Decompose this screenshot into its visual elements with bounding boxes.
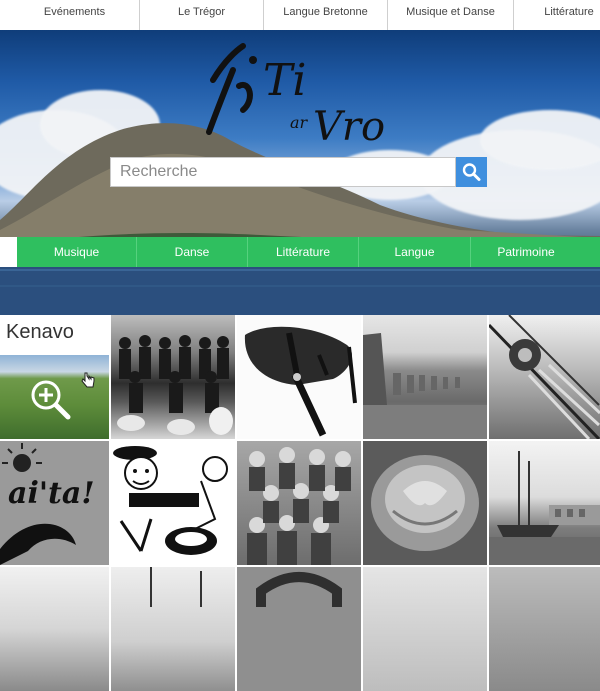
topnav-item-evenements[interactable]: Evénements xyxy=(10,0,140,30)
tile-kenavo[interactable]: Kenavo xyxy=(0,315,109,439)
aita-logo-image: ai'ta! xyxy=(0,443,94,565)
tile-title: Kenavo xyxy=(6,321,74,343)
category-litterature[interactable]: Littérature xyxy=(248,237,359,267)
category-bar-gap xyxy=(0,237,17,267)
tile-row3-2[interactable] xyxy=(111,567,235,691)
logo-text-ar: ar xyxy=(290,113,309,132)
tile-band-photo[interactable] xyxy=(111,315,235,439)
bagpipe-image xyxy=(244,326,357,437)
category-patrimoine[interactable]: Patrimoine xyxy=(471,237,581,267)
topnav-item-litterature[interactable]: Littérature xyxy=(514,0,600,30)
tile-group-photo[interactable] xyxy=(237,441,361,565)
aita-logo-text: ai'ta! xyxy=(8,476,94,511)
harbour-boats-image xyxy=(489,451,600,565)
cartoon-dancers-image xyxy=(113,446,228,555)
tile-row3-5[interactable] xyxy=(489,567,600,691)
topnav-item-musique-danse[interactable]: Musique et Danse xyxy=(388,0,514,30)
menhir-image xyxy=(363,333,487,439)
tile-cartoon[interactable] xyxy=(111,441,235,565)
category-bar: Musique Danse Littérature Langue Patrimo… xyxy=(17,237,600,267)
logo-text-vro: Vro xyxy=(313,104,385,150)
topnav-item-langue-bretonne[interactable]: Langue Bretonne xyxy=(264,0,388,30)
zoom-in-icon[interactable] xyxy=(28,377,74,423)
top-navigation: Evénements Le Trégor Langue Bretonne Mus… xyxy=(0,0,600,31)
pastry-image xyxy=(371,455,479,551)
magnifier-icon xyxy=(462,163,481,181)
search-input[interactable] xyxy=(111,158,459,186)
category-musique[interactable]: Musique xyxy=(17,237,137,267)
tile-kouign-amann[interactable] xyxy=(363,441,487,565)
image-grid: Kenavo ai'ta! xyxy=(0,315,600,691)
logo-text-ti: Ti xyxy=(263,55,306,106)
category-danse[interactable]: Danse xyxy=(137,237,248,267)
site-logo[interactable]: Ti ar Vro xyxy=(195,40,405,155)
tile-rigging[interactable] xyxy=(489,315,600,439)
tile-bagpipe[interactable] xyxy=(237,315,361,439)
hero-banner: Ti ar Vro Musique Danse Littérature Lang… xyxy=(0,30,600,315)
pointer-hand-icon xyxy=(81,372,95,388)
tile-row3-4[interactable] xyxy=(363,567,487,691)
group-people-image xyxy=(247,447,351,565)
tile-harbour[interactable] xyxy=(489,441,600,565)
tile-row3-1[interactable] xyxy=(0,567,109,691)
tile-standing-stones[interactable] xyxy=(363,315,487,439)
tile-row3-3[interactable] xyxy=(237,567,361,691)
tile-aita-logo[interactable]: ai'ta! xyxy=(0,441,109,565)
masts-image xyxy=(150,567,202,607)
search-box xyxy=(110,157,459,187)
topnav-item-tregor[interactable]: Le Trégor xyxy=(140,0,264,30)
band-figures xyxy=(117,335,233,435)
search-button[interactable] xyxy=(456,157,487,187)
category-langue[interactable]: Langue xyxy=(359,237,471,267)
rigging-image xyxy=(489,315,600,439)
arch-image xyxy=(256,572,342,607)
